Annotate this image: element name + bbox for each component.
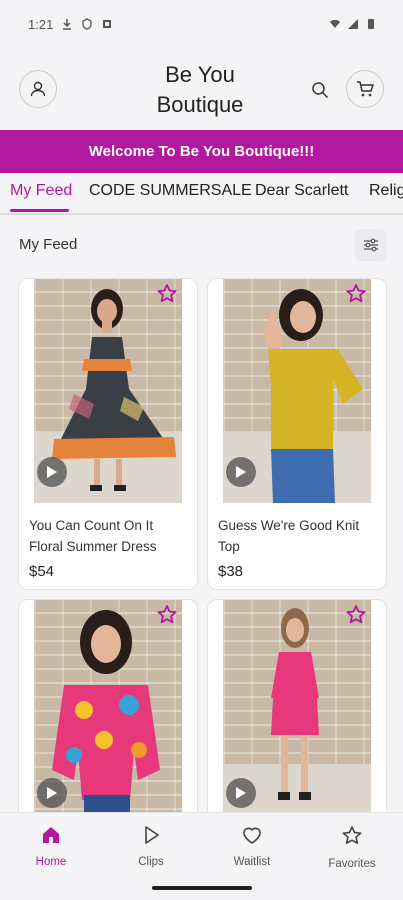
battery-icon xyxy=(368,19,374,29)
profile-button[interactable] xyxy=(19,70,57,108)
shield-icon xyxy=(82,18,92,30)
tab-religion[interactable]: Relig xyxy=(369,182,403,213)
product-price: $38 xyxy=(218,563,244,580)
cart-icon xyxy=(357,81,374,97)
download-icon xyxy=(63,19,72,30)
favorite-star-icon[interactable] xyxy=(156,283,178,305)
play-icon xyxy=(145,826,159,844)
play-video-button[interactable] xyxy=(226,457,256,487)
play-icon xyxy=(236,466,246,478)
search-button[interactable] xyxy=(308,78,332,102)
nav-waitlist[interactable]: Waitlist xyxy=(212,825,292,868)
product-card[interactable] xyxy=(18,599,198,839)
store-title: Be You Boutique xyxy=(140,60,260,120)
nav-waitlist-label: Waitlist xyxy=(233,856,271,868)
status-bar: 1:21 xyxy=(0,0,403,48)
play-icon xyxy=(47,787,57,799)
nav-clips-label: Clips xyxy=(138,856,164,868)
product-card[interactable]: You Can Count On It Floral Summer Dress … xyxy=(18,278,198,590)
status-time: 1:21 xyxy=(28,16,54,32)
nav-favorites[interactable]: Favorites xyxy=(312,825,392,870)
play-video-button[interactable] xyxy=(226,778,256,808)
active-tab-indicator xyxy=(10,209,69,212)
filter-button[interactable] xyxy=(355,229,387,261)
signal-icon xyxy=(348,19,358,29)
favorite-star-icon[interactable] xyxy=(345,604,367,626)
cart-button[interactable] xyxy=(346,70,384,108)
heart-icon xyxy=(243,827,261,844)
search-icon xyxy=(312,82,329,99)
nav-favorites-label: Favorites xyxy=(328,858,376,870)
nav-home[interactable]: Home xyxy=(11,825,91,868)
notification-icon xyxy=(103,20,112,28)
product-name: You Can Count On It Floral Summer Dress xyxy=(29,518,157,554)
product-image[interactable] xyxy=(34,600,182,824)
product-price: $54 xyxy=(29,563,55,580)
product-image[interactable] xyxy=(34,279,182,503)
play-icon xyxy=(47,466,57,478)
title-line-2: Boutique xyxy=(156,92,244,117)
product-image[interactable] xyxy=(223,600,371,824)
feed-header: My Feed xyxy=(0,226,403,264)
nav-clips[interactable]: Clips xyxy=(111,825,191,868)
welcome-banner[interactable]: Welcome To Be You Boutique!!! xyxy=(0,130,403,173)
category-tabs: My Feed CODE SUMMERSALE Dear Scarlett Re… xyxy=(0,173,403,215)
tab-dear-scarlett[interactable]: Dear Scarlett xyxy=(255,182,348,213)
title-line-1: Be You xyxy=(165,62,235,87)
favorite-star-icon[interactable] xyxy=(156,604,178,626)
product-name: Guess We're Good Knit Top xyxy=(218,518,360,554)
play-video-button[interactable] xyxy=(37,457,67,487)
wifi-icon xyxy=(330,19,340,28)
app-header: Be You Boutique xyxy=(0,48,403,130)
play-video-button[interactable] xyxy=(37,778,67,808)
favorite-star-icon[interactable] xyxy=(345,283,367,305)
product-card[interactable]: Guess We're Good Knit Top $38 xyxy=(207,278,387,590)
tab-code-summersale[interactable]: CODE SUMMERSALE xyxy=(89,182,252,213)
user-icon xyxy=(30,81,46,97)
play-icon xyxy=(236,787,246,799)
product-card[interactable] xyxy=(207,599,387,839)
filter-icon xyxy=(364,238,378,252)
home-indicator[interactable] xyxy=(152,886,252,890)
home-icon xyxy=(43,827,59,843)
nav-home-label: Home xyxy=(35,856,67,868)
feed-title: My Feed xyxy=(19,236,78,253)
product-image[interactable] xyxy=(223,279,371,503)
star-icon xyxy=(342,826,362,844)
